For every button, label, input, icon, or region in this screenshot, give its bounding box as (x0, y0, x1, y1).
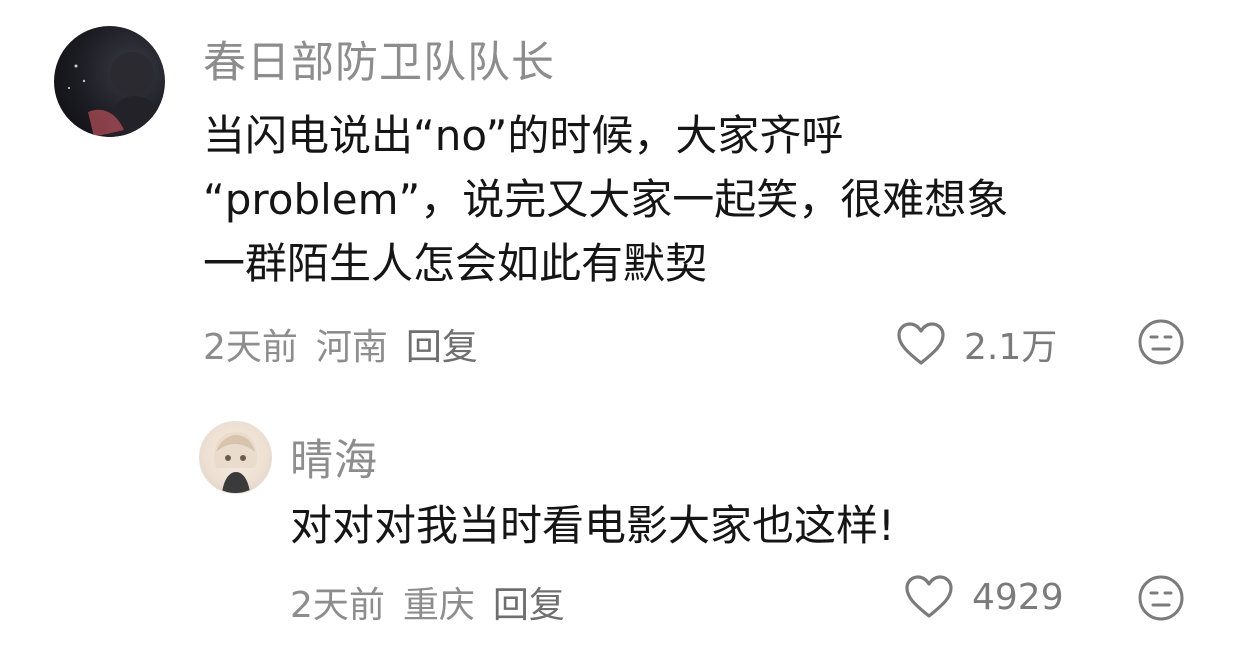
location: 重庆 (402, 585, 475, 626)
heart-outline-icon (897, 322, 945, 365)
reply-button[interactable]: 回复 (493, 585, 565, 626)
neutral-face-icon[interactable] (1137, 318, 1185, 366)
comment-line: 当闪电说出“no”的时候，大家齐呼 (203, 111, 844, 160)
timestamp: 2天前 (203, 327, 298, 368)
username[interactable]: 春日部防卫队队长 (203, 28, 555, 90)
avatar[interactable] (54, 26, 165, 137)
like-button[interactable]: 2.1万 (896, 318, 1057, 370)
comment-meta: 2天前 重庆 回复 (290, 576, 565, 628)
like-count: 4929 (972, 576, 1064, 618)
reply-button[interactable]: 回复 (406, 327, 478, 368)
like-button[interactable]: 4929 (904, 574, 1064, 620)
comment-line: 对对对我当时看电影大家也这样! (290, 501, 895, 550)
username[interactable]: 晴海 (290, 426, 378, 488)
comment-item: 春日部防卫队队长 当闪电说出“no”的时候，大家齐呼 “problem”，说完又… (0, 0, 1260, 400)
like-count: 2.1万 (964, 327, 1058, 368)
timestamp: 2天前 (290, 585, 385, 626)
avatar-dark-portrait-icon (68, 52, 165, 137)
reply-item: 晴海 对对对我当时看电影大家也这样! 2天前 重庆 回复 4929 (0, 400, 1260, 658)
neutral-face-icon[interactable] (1137, 574, 1185, 622)
avatar-anime-character-icon (214, 432, 257, 493)
comment-text: 对对对我当时看电影大家也这样! (290, 494, 1190, 558)
comment-meta: 2天前 河南 回复 (203, 318, 478, 370)
avatar[interactable] (199, 421, 272, 494)
location: 河南 (315, 327, 388, 368)
heart-outline-icon (905, 575, 953, 618)
comment-text: 当闪电说出“no”的时候，大家齐呼 “problem”，说完又大家一起笑，很难想… (203, 104, 1193, 296)
comment-line: 一群陌生人怎会如此有默契 (203, 239, 708, 288)
comment-line: “problem”，说完又大家一起笑，很难想象 (203, 175, 1009, 224)
